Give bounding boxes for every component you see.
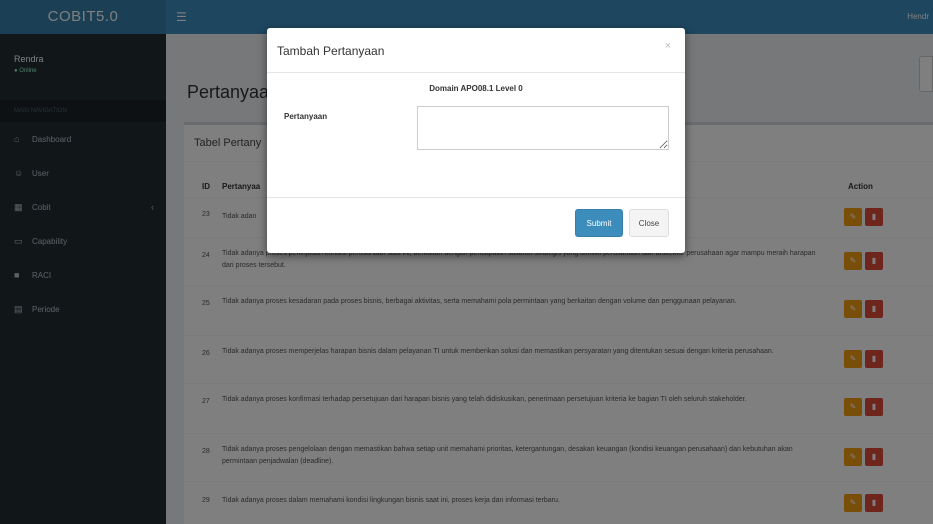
add-question-modal: Tambah Pertanyaan × Domain APO08.1 Level…: [267, 28, 685, 253]
question-field-label: Pertanyaan: [284, 112, 328, 121]
question-textarea[interactable]: [417, 106, 669, 150]
close-icon[interactable]: ×: [665, 40, 671, 52]
domain-label: Domain APO08.1 Level 0: [429, 84, 523, 93]
divider: [267, 197, 685, 198]
close-button[interactable]: Close: [629, 209, 669, 237]
submit-button[interactable]: Submit: [575, 209, 623, 237]
modal-title: Tambah Pertanyaan: [277, 44, 385, 58]
divider: [267, 72, 685, 73]
